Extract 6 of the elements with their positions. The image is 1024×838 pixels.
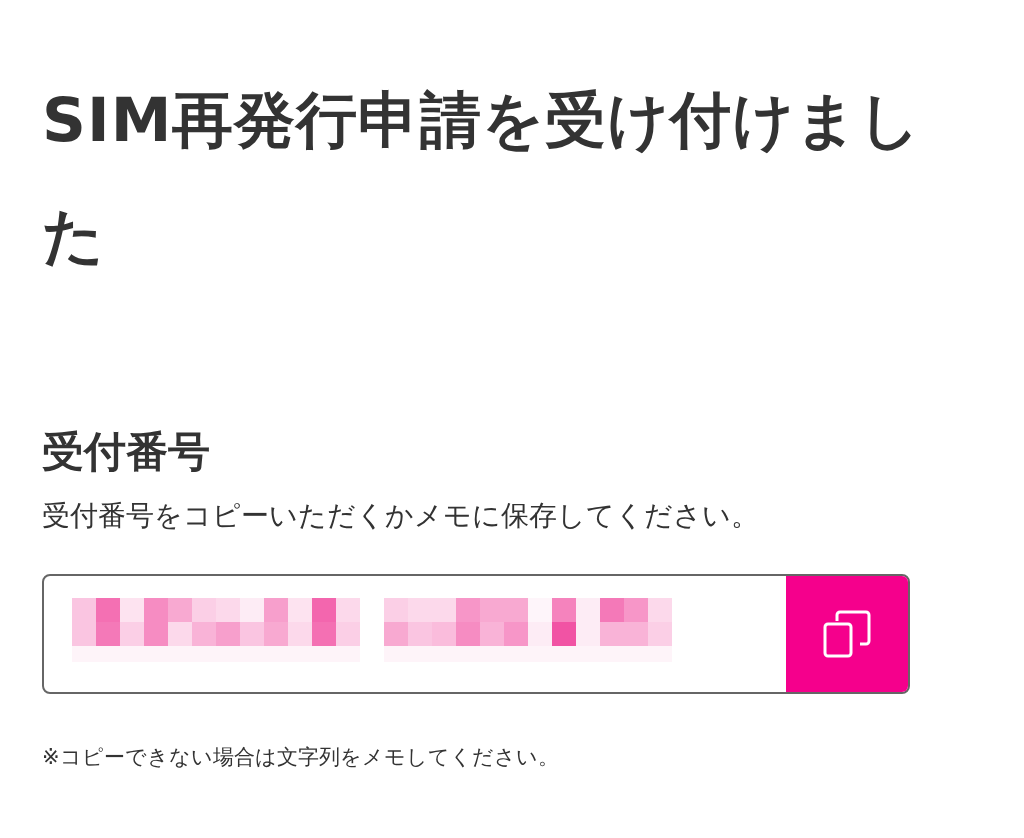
section-heading: 受付番号 [42,426,211,478]
section-description: 受付番号をコピーいただくかメモに保存してください。 [42,498,760,534]
copy-button[interactable] [786,576,908,692]
page-title: SIM再発行申請を受け付けました [42,83,923,273]
note-text: ※コピーできない場合は文字列をメモしてください。 [42,744,560,771]
copy-icon [822,609,872,659]
